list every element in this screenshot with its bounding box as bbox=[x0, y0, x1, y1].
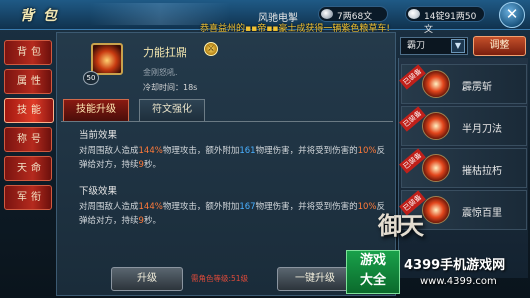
watermark-badge: 游戏 大全 bbox=[346, 250, 400, 294]
sword-icon: ⚔ bbox=[204, 42, 218, 56]
game-window: 背 包 风驰电掣 7两68文 14锭91两50文 ✕ 恭喜益州的▪▪帝▪▪豪士成… bbox=[0, 0, 530, 298]
reflect-percent: 10% bbox=[357, 202, 377, 212]
left-tab-bar: 背包 属性 技能 称号 天命 军衔 bbox=[4, 40, 54, 214]
skill-name: 力能扛鼎 bbox=[143, 46, 187, 59]
close-icon: ✕ bbox=[505, 5, 519, 23]
chevron-down-icon: ▼ bbox=[451, 39, 465, 53]
skill-level-badge: 50 bbox=[83, 71, 99, 85]
skill-list-item[interactable]: 已装备 霹雳斩 bbox=[399, 64, 527, 104]
watermark-badge-line2: 大全 bbox=[359, 273, 386, 288]
skill-list-item[interactable]: 已装备 半月刀法 bbox=[399, 106, 527, 146]
skill-icon bbox=[422, 196, 450, 224]
tab-bag[interactable]: 背包 bbox=[4, 40, 52, 65]
effect-text: 对周围敌人造成 bbox=[79, 202, 139, 212]
effect-text: 对周围敌人造成 bbox=[79, 146, 139, 156]
effect-text: 物理攻击，额外附加 bbox=[162, 202, 240, 212]
weapon-selected-value: 霸刀 bbox=[407, 41, 426, 51]
one-click-upgrade-button[interactable]: 一键升级 bbox=[277, 267, 353, 291]
watermark-url: www.4399.com bbox=[420, 276, 497, 287]
attack-percent: 144% bbox=[138, 146, 163, 156]
skill-cooldown: 冷却时间：18s bbox=[143, 83, 198, 92]
skill-flame-icon bbox=[91, 43, 123, 75]
skill-list-label: 半月刀法 bbox=[462, 124, 502, 135]
current-effect-title: 当前效果 bbox=[79, 130, 118, 141]
effect-text: 秒。 bbox=[143, 160, 161, 170]
effect-text: 物理攻击，额外附加 bbox=[162, 146, 240, 156]
skill-subtitle: 金刚怒吼. bbox=[143, 68, 178, 77]
reflect-percent: 10% bbox=[357, 146, 377, 156]
current-effect-text: 对周围敌人造成144%物理攻击，额外附加161物理伤害，并将受到伤害的10%反弹… bbox=[79, 144, 389, 172]
close-button[interactable]: ✕ bbox=[499, 2, 525, 28]
skill-list-label: 摧枯拉朽 bbox=[462, 166, 502, 177]
tab-rune-enhance[interactable]: 符文强化 bbox=[139, 99, 205, 121]
weapon-select[interactable]: 霸刀 ▼ bbox=[400, 37, 468, 55]
effect-text: 物理伤害，并将受到伤害的 bbox=[255, 202, 358, 212]
skill-list: 已装备 霹雳斩 已装备 半月刀法 已装备 摧枯拉朽 已装备 震惊百里 bbox=[398, 58, 528, 278]
tab-skill-upgrade[interactable]: 技能升级 bbox=[63, 99, 129, 121]
skill-list-label: 震惊百里 bbox=[462, 208, 502, 219]
silver-currency: 7两68文 bbox=[318, 6, 388, 22]
watermark-site: 4399手机游戏网 bbox=[404, 258, 506, 273]
game-logo: 御天 bbox=[378, 211, 424, 240]
effect-text: 物理伤害，并将受到伤害的 bbox=[255, 146, 358, 156]
skill-list-label: 霹雳斩 bbox=[462, 82, 492, 93]
gold-ingot-icon bbox=[408, 9, 420, 19]
watermark-badge-line1: 游戏 bbox=[359, 253, 386, 268]
gold-amount: 14锭91两50文 bbox=[424, 12, 477, 35]
skill-icon bbox=[422, 112, 450, 140]
bonus-damage: 161 bbox=[239, 146, 256, 156]
effect-text: 秒。 bbox=[143, 216, 161, 226]
tab-titles[interactable]: 称号 bbox=[4, 127, 52, 152]
tab-divider bbox=[61, 121, 393, 122]
bonus-damage: 167 bbox=[239, 202, 256, 212]
upgrade-button[interactable]: 升级 bbox=[111, 267, 183, 291]
skill-icon bbox=[422, 154, 450, 182]
skill-detail-panel: 50 力能扛鼎 ⚔ 金刚怒吼. 冷却时间：18s 技能升级 符文强化 当前效果 … bbox=[56, 32, 396, 296]
next-effect-title: 下级效果 bbox=[79, 186, 118, 197]
adjust-button[interactable]: 调整 bbox=[473, 36, 526, 56]
tab-skills[interactable]: 技能 bbox=[4, 98, 54, 123]
tab-destiny[interactable]: 天命 bbox=[4, 156, 52, 181]
gold-currency: 14锭91两50文 bbox=[405, 6, 485, 35]
level-requirement: 需角色等级:51级 bbox=[191, 274, 249, 283]
tab-attributes[interactable]: 属性 bbox=[4, 69, 52, 94]
tab-military-rank[interactable]: 军衔 bbox=[4, 185, 52, 210]
skill-list-item[interactable]: 已装备 摧枯拉朽 bbox=[399, 148, 527, 188]
skill-icon bbox=[422, 70, 450, 98]
window-title: 背 包 bbox=[20, 8, 59, 24]
silver-coin-icon bbox=[321, 9, 333, 19]
attack-percent: 144% bbox=[138, 202, 163, 212]
next-effect-text: 对周围敌人造成144%物理攻击，额外附加167物理伤害，并将受到伤害的10%反弹… bbox=[79, 200, 389, 228]
